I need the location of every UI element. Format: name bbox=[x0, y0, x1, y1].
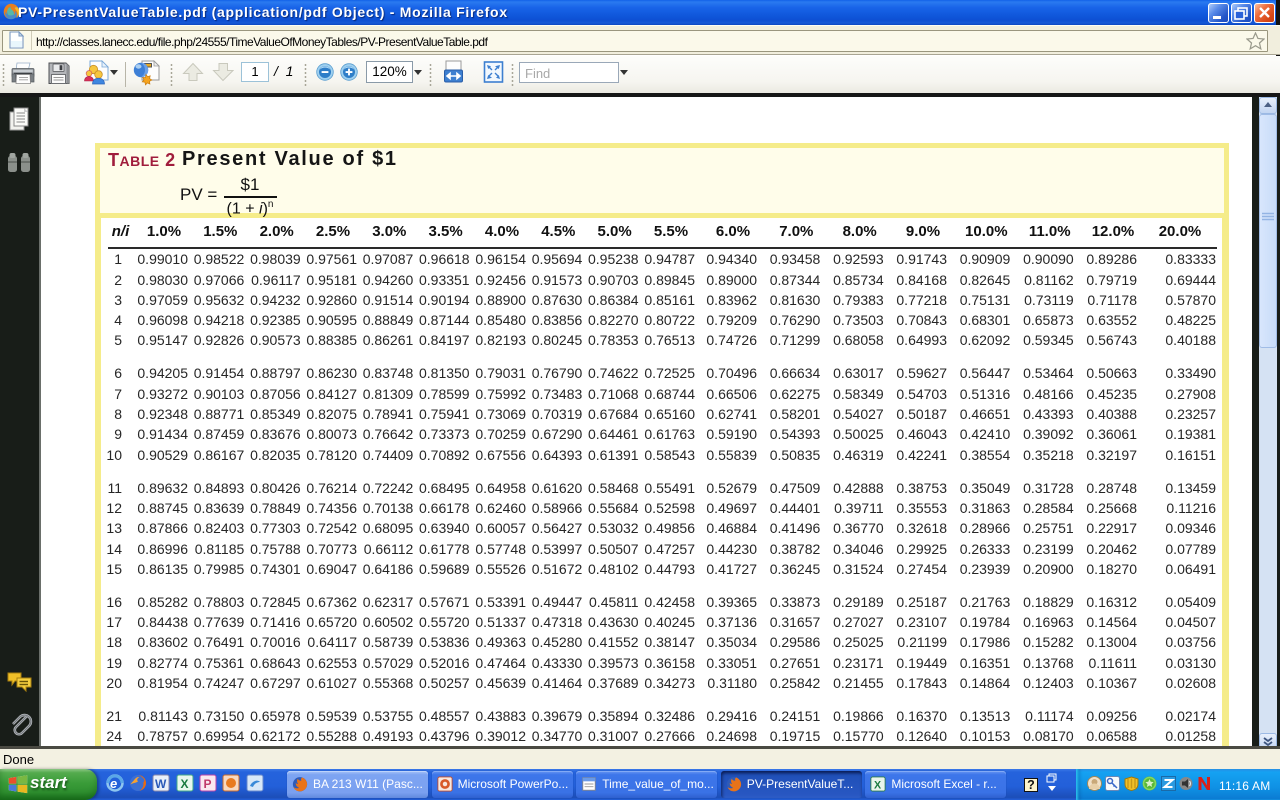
svg-text:W: W bbox=[155, 777, 167, 791]
svg-text:P: P bbox=[204, 777, 212, 791]
svg-text:X: X bbox=[874, 779, 882, 791]
svg-text:X: X bbox=[181, 777, 189, 791]
svg-text:e: e bbox=[110, 776, 117, 791]
